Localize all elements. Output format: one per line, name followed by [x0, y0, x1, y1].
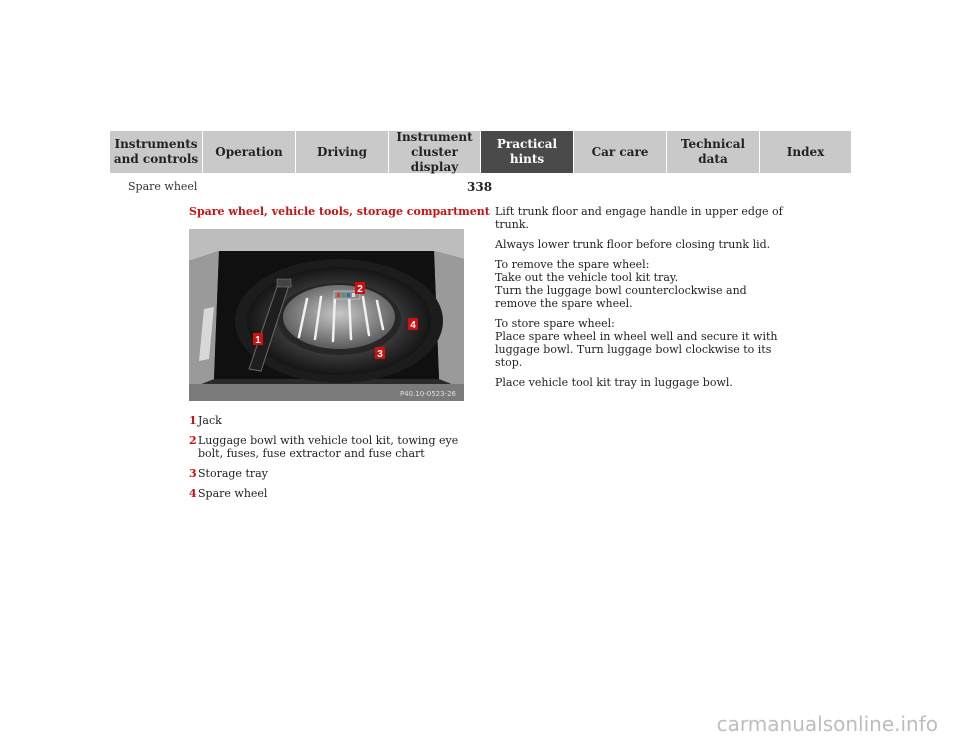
tab-practical-hints[interactable]: Practical hints	[481, 131, 574, 173]
legend-text: Storage tray	[198, 467, 268, 480]
legend-text: Jack	[198, 414, 222, 427]
nav-tabs: Instruments and controls Operation Drivi…	[110, 130, 852, 174]
figure-legend: 1 Jack 2 Luggage bowl with vehicle tool …	[189, 414, 469, 507]
instruction-paragraph: Always lower trunk floor before closing …	[495, 238, 771, 251]
legend-item: 1 Jack	[189, 414, 469, 427]
section-heading: Spare wheel, vehicle tools, storage comp…	[189, 205, 490, 218]
legend-text: Spare wheel	[198, 487, 268, 500]
tab-operation[interactable]: Operation	[203, 131, 296, 173]
legend-item: 4 Spare wheel	[189, 487, 469, 500]
legend-number: 1	[189, 414, 197, 427]
section-title: Spare wheel	[128, 180, 198, 193]
tab-driving[interactable]: Driving	[296, 131, 389, 173]
callout-3: 3	[377, 349, 383, 360]
spare-wheel-illustration: 1 2 3 4 P40.10-0523-26	[189, 229, 464, 401]
tab-technical-data[interactable]: Technical data	[667, 131, 760, 173]
callout-2: 2	[357, 284, 363, 295]
instruction-paragraph: To store spare wheel: Place spare wheel …	[495, 317, 778, 369]
legend-item: 2 Luggage bowl with vehicle tool kit, to…	[189, 434, 469, 460]
tab-instruments-and-controls[interactable]: Instruments and controls	[110, 131, 203, 173]
callout-4: 4	[410, 320, 416, 331]
legend-number: 2	[189, 434, 197, 447]
page-number: 338	[467, 180, 493, 194]
instruction-paragraph: Lift trunk floor and engage handle in up…	[495, 205, 783, 231]
callout-1: 1	[255, 335, 261, 346]
watermark: carmanualsonline.info	[716, 712, 938, 736]
tab-index[interactable]: Index	[760, 131, 852, 173]
instructions-column: Lift trunk floor and engage handle in up…	[495, 205, 785, 396]
instruction-paragraph: Place vehicle tool kit tray in luggage b…	[495, 376, 733, 389]
legend-item: 3 Storage tray	[189, 467, 469, 480]
legend-number: 4	[189, 487, 197, 500]
legend-number: 3	[189, 467, 197, 480]
instruction-paragraph: To remove the spare wheel: Take out the …	[495, 258, 747, 310]
trunk-illustration: 1 2 3 4	[189, 229, 464, 401]
legend-text: Luggage bowl with vehicle tool kit, towi…	[198, 434, 459, 460]
figure-code: P40.10-0523-26	[399, 390, 456, 398]
tab-car-care[interactable]: Car care	[574, 131, 667, 173]
tab-instrument-cluster-display[interactable]: Instrument cluster display	[389, 130, 481, 174]
